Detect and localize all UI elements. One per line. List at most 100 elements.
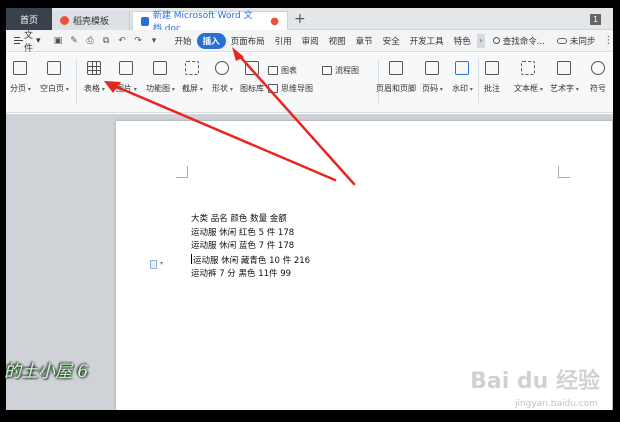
ribbon-label: 页码 — [422, 83, 443, 94]
ribbon-label: 图标库 — [240, 84, 264, 93]
blank-page-button[interactable]: 空白页 — [40, 61, 69, 94]
chevron-down-icon: ▾ — [36, 35, 41, 46]
quick-access-toolbar: ▣ ✎ ⎙ ⧉ ↶ ↷ ▾ — [49, 36, 164, 46]
icon-library-icon — [245, 61, 259, 75]
format-painter-icon[interactable]: ✎ — [69, 36, 80, 46]
document-canvas[interactable]: ▾ 大类 品名 颜色 数量 金额 运动服 休闲 红色 5 件 178 运动服 休… — [6, 114, 613, 410]
omega-symbol-icon — [591, 61, 605, 75]
ribbon-label: 空白页 — [40, 83, 69, 94]
more-options-icon[interactable]: ⋮ — [603, 35, 613, 46]
document-body-text[interactable]: 大类 品名 颜色 数量 金额 运动服 休闲 红色 5 件 178 运动服 休闲 … — [191, 213, 310, 282]
screenshot-button[interactable]: 截屏 — [182, 61, 203, 94]
tab-docer-templates[interactable]: 稻壳模板 — [52, 11, 130, 30]
function-chart-button[interactable]: 功能图 — [146, 61, 175, 94]
tab-view[interactable]: 视图 — [324, 35, 351, 47]
tab-developer[interactable]: 开发工具 — [405, 35, 449, 47]
tab-security[interactable]: 安全 — [378, 35, 405, 47]
window-count-badge[interactable]: 1 — [590, 14, 601, 25]
tab-references[interactable]: 引用 — [270, 35, 297, 47]
picture-icon — [119, 61, 134, 75]
paragraph-layout-icon[interactable] — [150, 260, 157, 269]
print-preview-icon[interactable]: ⧉ — [101, 36, 112, 46]
baidu-url-watermark: jingyan.baidu.com — [514, 399, 598, 409]
margin-corner-mark — [558, 166, 570, 178]
text-cursor — [191, 253, 192, 264]
ribbon-label: 图片 — [116, 83, 137, 94]
ribbon-label: 符号 — [590, 84, 606, 93]
shape-button[interactable]: 形状 — [212, 61, 233, 94]
tab-document[interactable]: 新建 Microsoft Word 文档.doc ● — [132, 11, 288, 34]
page-break-icon — [13, 61, 28, 75]
comment-icon — [485, 61, 499, 75]
word-doc-icon — [141, 16, 149, 26]
more-tabs-button[interactable]: › — [476, 33, 485, 48]
file-menu-label: 文件 — [24, 30, 34, 54]
symbol-button[interactable]: 符号 — [590, 61, 606, 94]
file-menu-button[interactable]: 文件 ▾ — [6, 28, 41, 54]
watermark-icon — [455, 61, 470, 75]
header-footer-icon — [389, 61, 403, 75]
command-search[interactable]: 查找命令... — [492, 35, 545, 47]
tab-special[interactable]: 特色 — [449, 35, 476, 47]
icon-library-button[interactable]: 图标库 — [240, 61, 264, 94]
table-button[interactable]: 表格 — [84, 61, 105, 94]
divider — [478, 59, 479, 103]
tab-label: 稻壳模板 — [73, 17, 110, 27]
text-line: 运动服 休闲 红色 5 件 178 — [191, 227, 295, 238]
watermark-button[interactable]: 水印 — [452, 61, 473, 94]
text-line: 运动裤 7 分 黑色 11件 99 — [191, 269, 292, 279]
tab-review[interactable]: 审阅 — [297, 35, 324, 47]
ribbon-label: 水印 — [452, 83, 473, 94]
header-footer-button[interactable]: 页眉和页脚 — [376, 61, 416, 94]
textbox-button[interactable]: 文本框 — [514, 61, 543, 94]
customize-chevron-icon[interactable]: ▾ — [149, 36, 160, 46]
function-chart-icon — [153, 61, 168, 75]
ribbon-label: 形状 — [212, 83, 233, 94]
textbox-icon — [521, 61, 536, 75]
page-number-button[interactable]: 页码 — [422, 61, 443, 94]
text-line: 运动服 休闲 藏青色 10 件 216 — [193, 255, 311, 266]
print-icon[interactable]: ⎙ — [85, 36, 96, 46]
tab-section[interactable]: 章节 — [351, 35, 378, 47]
flowchart-button[interactable]: 流程图 — [322, 65, 359, 76]
tab-page-layout[interactable]: 页面布局 — [226, 35, 270, 47]
redo-icon[interactable]: ↷ — [133, 36, 144, 46]
flowchart-icon — [322, 66, 332, 75]
text-line: 大类 品名 颜色 数量 金额 — [191, 214, 287, 224]
ribbon-label: 批注 — [484, 84, 500, 93]
table-icon — [87, 61, 102, 75]
save-icon[interactable]: ▣ — [53, 36, 64, 46]
picture-button[interactable]: 图片 — [116, 61, 137, 94]
ribbon-label: 截屏 — [182, 83, 203, 94]
command-search-label: 查找命令... — [502, 36, 545, 47]
wordart-button[interactable]: 艺术字 — [550, 61, 579, 94]
ribbon-label: 页眉和页脚 — [376, 84, 416, 93]
shape-icon — [215, 61, 230, 75]
page-break-button[interactable]: 分页 — [10, 61, 31, 94]
comment-button[interactable]: 批注 — [484, 61, 500, 94]
unsaved-dot-icon: ● — [270, 15, 279, 27]
tab-insert[interactable]: 插入 — [196, 32, 226, 49]
document-page[interactable]: ▾ 大类 品名 颜色 数量 金额 运动服 休闲 红色 5 件 178 运动服 休… — [116, 121, 612, 410]
hamburger-icon — [14, 37, 23, 44]
chart-icon — [268, 66, 278, 75]
ribbon-label: 流程图 — [335, 66, 359, 75]
blank-page-icon — [47, 61, 62, 75]
chart-button[interactable]: 图表 — [268, 65, 297, 76]
ribbon-tabs: 开始 插入 页面布局 引用 审阅 视图 章节 安全 开发工具 特色 › — [170, 32, 485, 49]
ribbon-label: 文本框 — [514, 83, 543, 94]
screenshot-icon — [185, 61, 200, 75]
text-line: 运动服 休闲 蓝色 7 件 178 — [191, 241, 295, 251]
sync-status-button[interactable]: 未同步 — [556, 35, 596, 47]
mindmap-button[interactable]: 思维导图 — [268, 83, 313, 94]
ribbon-label: 图表 — [281, 66, 297, 75]
cloud-icon — [556, 37, 567, 44]
undo-icon[interactable]: ↶ — [117, 36, 128, 46]
tab-home-ribbon[interactable]: 开始 — [170, 35, 197, 47]
ribbon-label: 艺术字 — [550, 83, 579, 94]
sync-status-label: 未同步 — [569, 36, 596, 47]
new-tab-button[interactable]: + — [294, 11, 306, 27]
wordart-icon — [557, 61, 572, 75]
chevron-down-icon: ▾ — [160, 260, 164, 267]
insert-ribbon: 分页 空白页 表格 图片 功能图 截屏 形状 图标库 — [6, 53, 613, 113]
